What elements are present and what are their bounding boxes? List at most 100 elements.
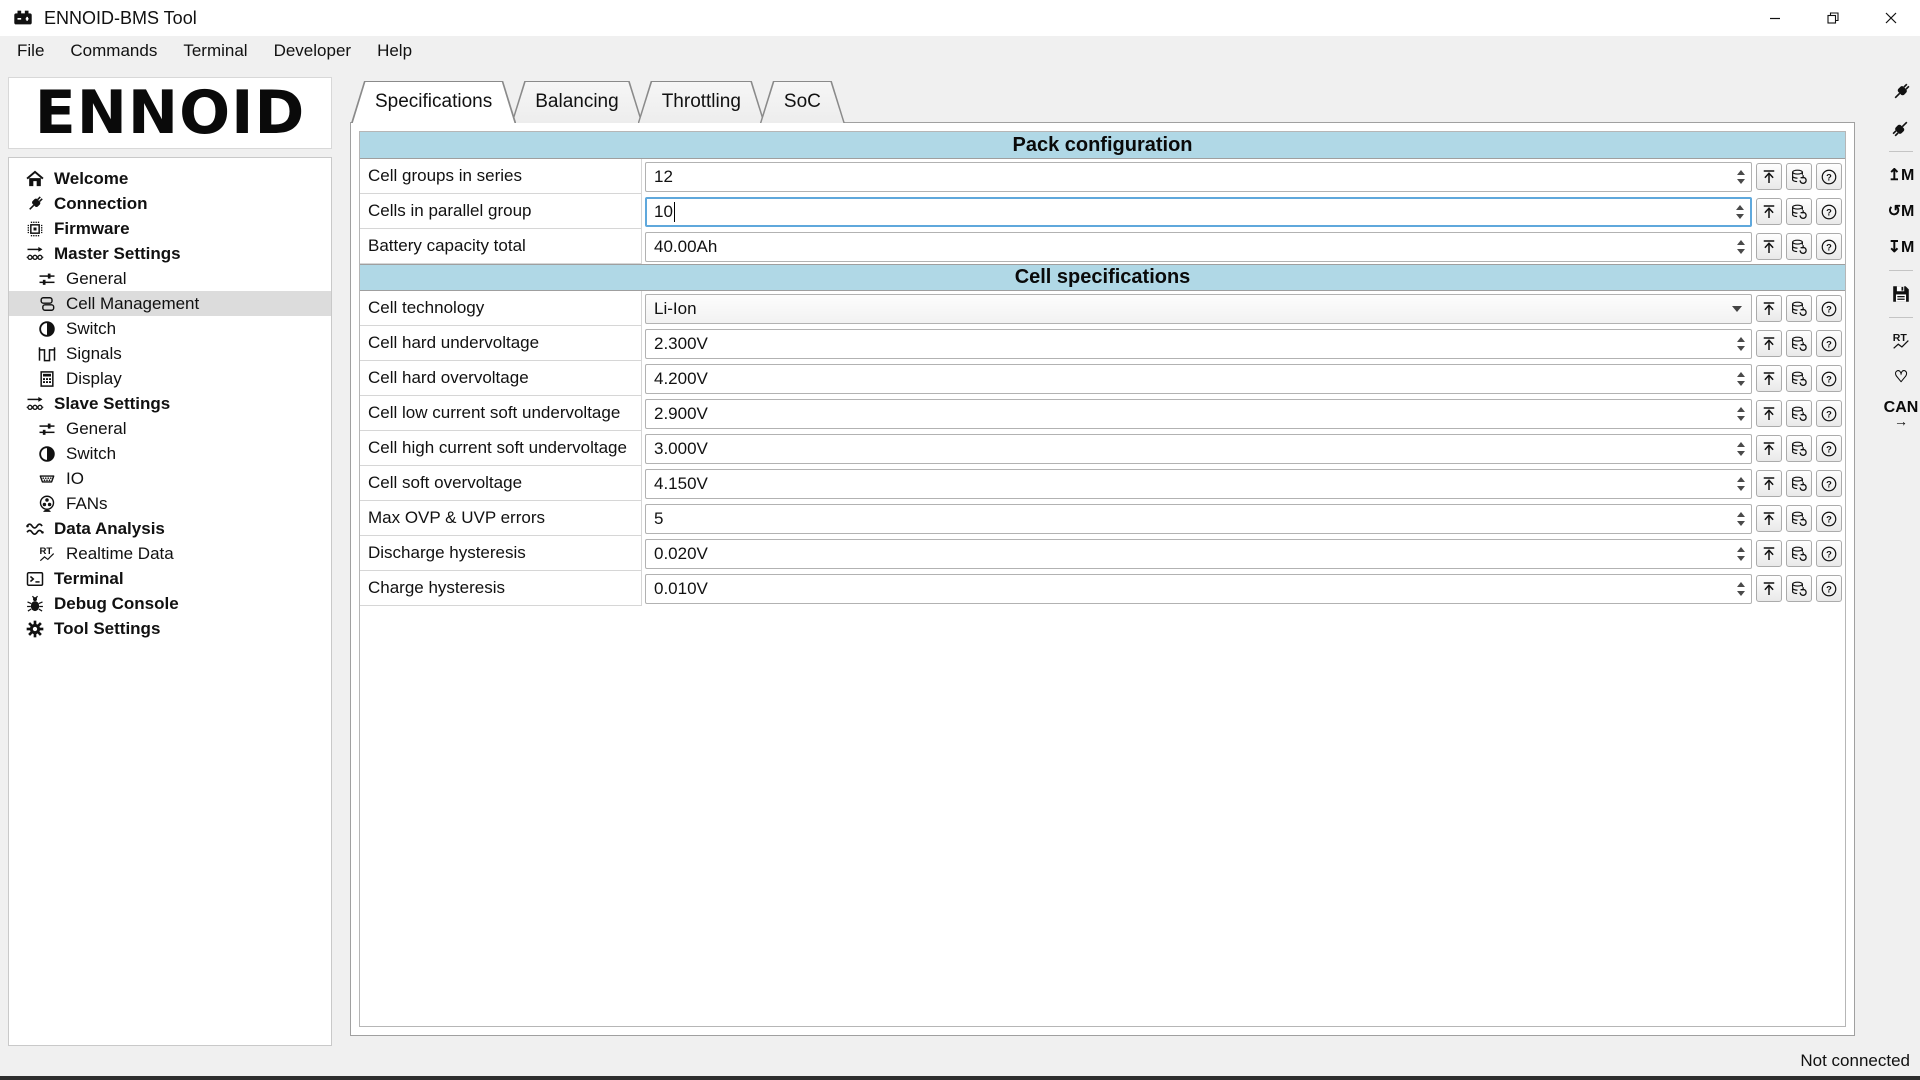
sidebar-item-data-analysis[interactable]: Data Analysis [9, 516, 331, 541]
restore-default-button[interactable] [1786, 330, 1812, 357]
write-button[interactable] [1756, 295, 1782, 322]
restore-default-button[interactable] [1786, 365, 1812, 392]
help-button[interactable] [1816, 435, 1842, 462]
value-input[interactable]: 10 [645, 197, 1752, 227]
spin-buttons[interactable] [1733, 330, 1751, 358]
tab-balancing[interactable]: Balancing [511, 81, 642, 123]
spin-buttons[interactable] [1733, 505, 1751, 533]
sidebar-item-terminal[interactable]: Terminal [9, 566, 331, 591]
write-button[interactable] [1756, 330, 1782, 357]
help-button[interactable] [1816, 575, 1842, 602]
menu-file[interactable]: File [4, 38, 57, 64]
help-button[interactable] [1816, 163, 1842, 190]
sidebar-item-signals[interactable]: Signals [9, 341, 331, 366]
read-master-config-button[interactable]: ↥M [1884, 159, 1918, 191]
tab-specifications[interactable]: Specifications [351, 81, 516, 123]
value-input[interactable]: Li-Ion [645, 294, 1752, 324]
help-button[interactable] [1816, 505, 1842, 532]
value-input[interactable]: 2.300V [645, 329, 1752, 359]
write-button[interactable] [1756, 163, 1782, 190]
spin-buttons[interactable] [1733, 540, 1751, 568]
heart-button[interactable]: ♡ [1884, 361, 1918, 393]
sidebar-item-master-switch[interactable]: Switch [9, 316, 331, 341]
write-button[interactable] [1756, 505, 1782, 532]
connect-button[interactable] [1884, 76, 1918, 108]
spin-buttons[interactable] [1733, 233, 1751, 261]
restore-default-button[interactable] [1786, 470, 1812, 497]
restore-default-button[interactable] [1786, 575, 1812, 602]
restore-default-button[interactable] [1786, 198, 1812, 225]
value-input[interactable]: 12 [645, 162, 1752, 192]
value-input[interactable]: 40.00Ah [645, 232, 1752, 262]
sidebar-item-slave-settings[interactable]: Slave Settings [9, 391, 331, 416]
sidebar-item-tool-settings[interactable]: Tool Settings [9, 616, 331, 641]
restore-default-button[interactable] [1786, 163, 1812, 190]
restore-default-button[interactable] [1786, 540, 1812, 567]
write-button[interactable] [1756, 400, 1782, 427]
spin-buttons[interactable] [1733, 470, 1751, 498]
sidebar-item-slave-general[interactable]: General [9, 416, 331, 441]
value-input[interactable]: 2.900V [645, 399, 1752, 429]
realtime-data-button[interactable] [1884, 325, 1918, 357]
write-button[interactable] [1756, 233, 1782, 260]
value-input[interactable]: 4.200V [645, 364, 1752, 394]
write-master-config-button[interactable]: ↧M [1884, 231, 1918, 263]
sidebar-item-firmware[interactable]: Firmware [9, 216, 331, 241]
reload-master-config-button[interactable]: ↺M [1884, 195, 1918, 227]
restore-default-button[interactable] [1786, 505, 1812, 532]
restore-default-button[interactable] [1786, 400, 1812, 427]
value-input[interactable]: 3.000V [645, 434, 1752, 464]
write-button[interactable] [1756, 540, 1782, 567]
can-forward-button[interactable]: CAN → [1884, 397, 1918, 429]
help-button[interactable] [1816, 470, 1842, 497]
menu-help[interactable]: Help [364, 38, 425, 64]
tab-throttling[interactable]: Throttling [638, 81, 765, 123]
save-button[interactable] [1884, 278, 1918, 310]
sidebar-item-connection[interactable]: Connection [9, 191, 331, 216]
write-button[interactable] [1756, 198, 1782, 225]
sidebar-item-master-settings[interactable]: Master Settings [9, 241, 331, 266]
value-input[interactable]: 0.010V [645, 574, 1752, 604]
spin-buttons[interactable] [1732, 199, 1750, 225]
sidebar-item-display[interactable]: Display [9, 366, 331, 391]
help-button[interactable] [1816, 400, 1842, 427]
sidebar-item-io[interactable]: IO [9, 466, 331, 491]
spin-buttons[interactable] [1733, 365, 1751, 393]
help-button[interactable] [1816, 365, 1842, 392]
help-button[interactable] [1816, 295, 1842, 322]
sidebar-item-slave-switch[interactable]: Switch [9, 441, 331, 466]
restore-default-button[interactable] [1786, 435, 1812, 462]
sidebar-item-fans[interactable]: FANs [9, 491, 331, 516]
spin-buttons[interactable] [1733, 400, 1751, 428]
help-button[interactable] [1816, 330, 1842, 357]
help-button[interactable] [1816, 540, 1842, 567]
value-input[interactable]: 4.150V [645, 469, 1752, 499]
disconnect-button[interactable] [1884, 112, 1918, 144]
combobox-arrow-icon[interactable] [1732, 306, 1742, 312]
help-button[interactable] [1816, 233, 1842, 260]
spin-buttons[interactable] [1733, 575, 1751, 603]
sidebar-item-debug-console[interactable]: Debug Console [9, 591, 331, 616]
write-button[interactable] [1756, 435, 1782, 462]
write-button[interactable] [1756, 575, 1782, 602]
write-button[interactable] [1756, 470, 1782, 497]
tab-soc[interactable]: SoC [760, 81, 845, 123]
close-button[interactable] [1862, 0, 1920, 36]
restore-button[interactable] [1804, 0, 1862, 36]
restore-default-button[interactable] [1786, 295, 1812, 322]
spin-buttons[interactable] [1733, 163, 1751, 191]
value-input[interactable]: 5 [645, 504, 1752, 534]
sidebar-item-cell-management[interactable]: Cell Management [9, 291, 331, 316]
help-button[interactable] [1816, 198, 1842, 225]
restore-default-button[interactable] [1786, 233, 1812, 260]
write-button[interactable] [1756, 365, 1782, 392]
menu-terminal[interactable]: Terminal [170, 38, 260, 64]
menu-developer[interactable]: Developer [261, 38, 365, 64]
spin-buttons[interactable] [1733, 435, 1751, 463]
menu-commands[interactable]: Commands [57, 38, 170, 64]
value-input[interactable]: 0.020V [645, 539, 1752, 569]
sidebar-item-welcome[interactable]: Welcome [9, 166, 331, 191]
minimize-button[interactable] [1746, 0, 1804, 36]
sidebar-item-realtime-data[interactable]: Realtime Data [9, 541, 331, 566]
sidebar-item-master-general[interactable]: General [9, 266, 331, 291]
